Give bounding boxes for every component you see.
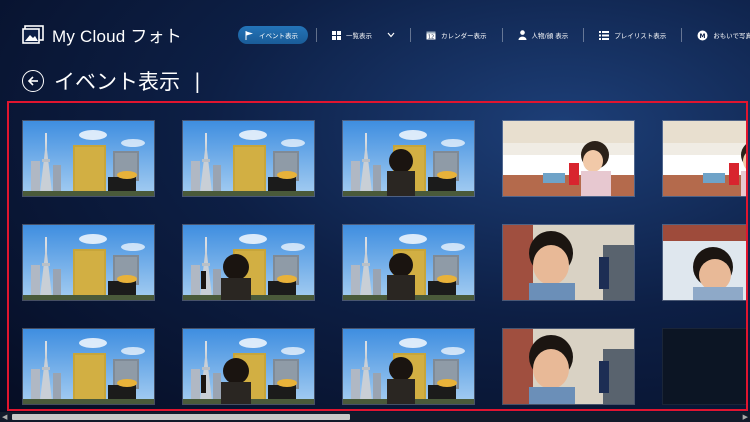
page-title: イベント表示 <box>54 70 180 94</box>
photo-thumbnail[interactable] <box>502 328 635 405</box>
nav-divider <box>501 28 503 42</box>
nav-event-view[interactable]: イベント表示 <box>238 26 308 44</box>
photo-image <box>503 225 634 300</box>
nav-playlist-view[interactable]: プレイリスト表示 <box>592 26 673 44</box>
nav-people-label: 人物/顔 表示 <box>531 32 569 40</box>
photo-image <box>503 329 634 404</box>
photo-image <box>663 225 746 300</box>
nav-event-label: イベント表示 <box>259 32 298 40</box>
photo-image <box>663 121 746 196</box>
photo-image <box>183 121 314 196</box>
chevron-down-icon[interactable] <box>387 31 395 40</box>
photo-grid <box>7 101 748 411</box>
photo-image <box>503 121 634 196</box>
photo-image <box>23 121 154 196</box>
back-arrow-icon <box>27 72 39 91</box>
photo-thumbnail[interactable] <box>182 224 315 301</box>
photo-thumbnail[interactable] <box>182 120 315 197</box>
title-caret: | <box>194 69 201 93</box>
photo-image <box>183 225 314 300</box>
photo-image <box>343 121 474 196</box>
nav-calendar-view[interactable]: 12 カレンダー表示 <box>419 26 494 44</box>
photo-album-icon <box>22 24 44 45</box>
list-icon <box>599 30 610 40</box>
photo-image <box>183 329 314 404</box>
page-heading: イベント表示 | <box>22 66 201 96</box>
photo-thumbnail[interactable] <box>182 328 315 405</box>
view-navigation: イベント表示 一覧表示 12 カレンダー表示 人物/顔 表示 プレイリスト表示 … <box>238 25 750 45</box>
svg-text:M: M <box>700 32 706 39</box>
nav-people-view[interactable]: 人物/顔 表示 <box>511 26 576 44</box>
nav-list-view[interactable]: 一覧表示 <box>325 26 402 44</box>
memories-logo-icon: M <box>697 30 708 41</box>
nav-divider <box>681 28 683 42</box>
photo-thumbnail[interactable] <box>342 120 475 197</box>
photo-thumbnail[interactable] <box>22 328 155 405</box>
nav-divider <box>410 28 411 42</box>
app-title: My Cloud フォト <box>52 27 182 46</box>
nav-calendar-label: カレンダー表示 <box>441 32 487 40</box>
nav-list-label: 一覧表示 <box>346 32 372 40</box>
scroll-left-arrow-icon[interactable]: ◀ <box>2 413 10 421</box>
photo-thumbnail[interactable] <box>22 224 155 301</box>
photo-thumbnail[interactable] <box>22 120 155 197</box>
grid-icon <box>332 30 341 40</box>
horizontal-scrollbar[interactable]: ◀ ▶ <box>0 412 750 422</box>
photo-thumbnail[interactable] <box>502 224 635 301</box>
photo-image <box>23 329 154 404</box>
scroll-right-arrow-icon[interactable]: ▶ <box>740 413 748 421</box>
nav-playlist-label: プレイリスト表示 <box>614 32 667 40</box>
calendar-icon: 12 <box>426 30 436 40</box>
svg-text:12: 12 <box>428 35 434 40</box>
photo-thumbnail[interactable] <box>662 224 746 301</box>
flag-icon <box>245 30 254 40</box>
photo-image <box>343 225 474 300</box>
scroll-thumb[interactable] <box>12 414 350 420</box>
photo-image <box>343 329 474 404</box>
photo-image <box>23 225 154 300</box>
person-icon <box>518 30 527 40</box>
nav-memories-view[interactable]: M おもいで写真館 <box>690 26 750 44</box>
back-button[interactable] <box>22 70 44 92</box>
photo-thumbnail[interactable] <box>342 224 475 301</box>
photo-thumbnail[interactable] <box>662 328 746 405</box>
nav-divider <box>316 28 317 42</box>
app-logo: My Cloud フォト <box>22 22 182 47</box>
app-header: My Cloud フォト イベント表示 一覧表示 12 カレンダー表示 人物/顔… <box>0 0 750 70</box>
photo-thumbnail[interactable] <box>342 328 475 405</box>
nav-divider <box>583 28 585 42</box>
photo-thumbnail[interactable] <box>502 120 635 197</box>
photo-thumbnail[interactable] <box>662 120 746 197</box>
nav-memories-label: おもいで写真館 <box>713 32 750 40</box>
